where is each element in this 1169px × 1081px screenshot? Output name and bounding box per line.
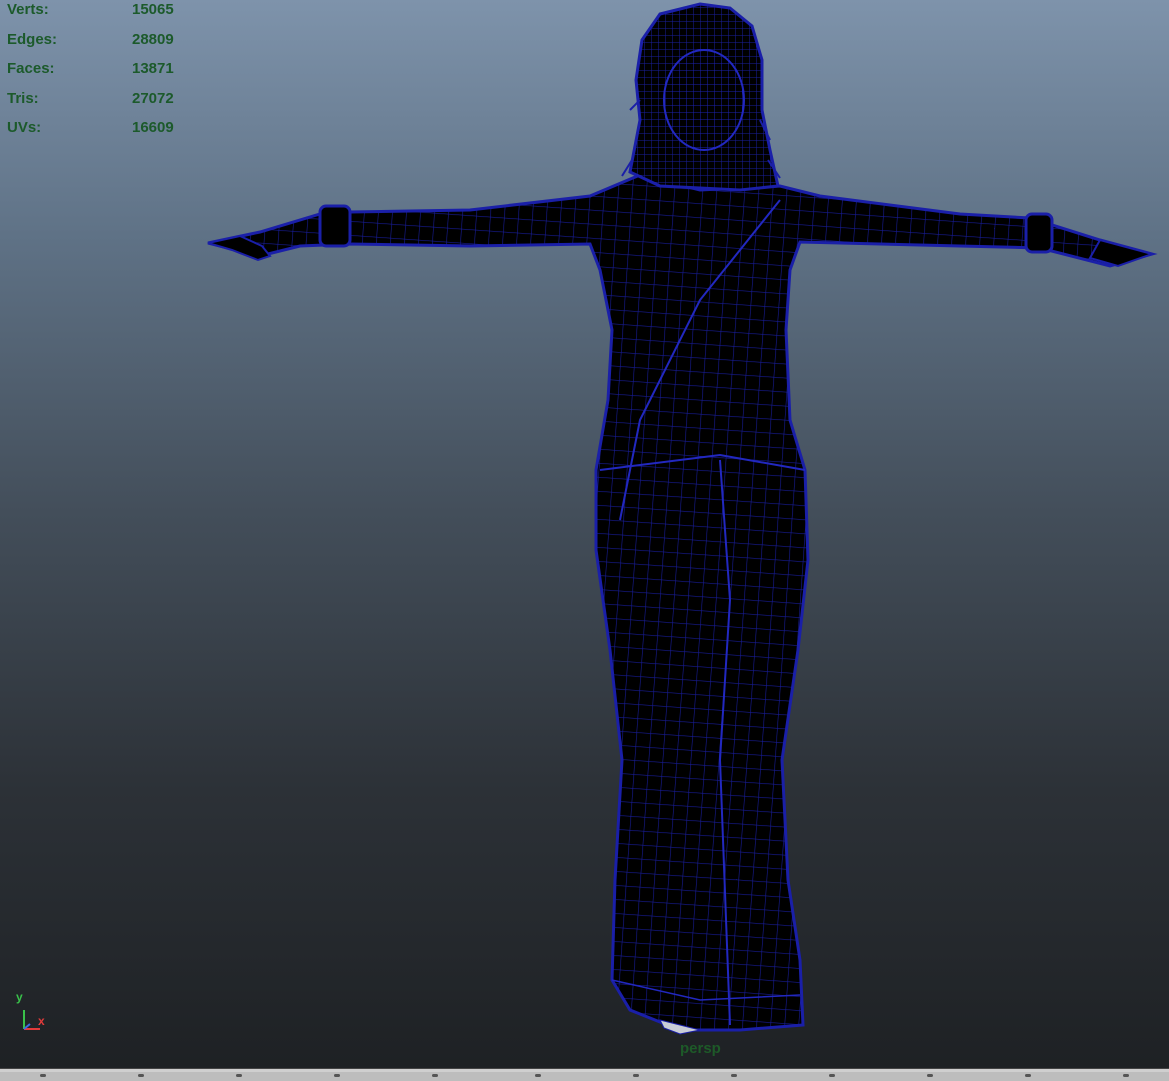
time-slider[interactable] xyxy=(0,1068,1169,1081)
hud-value: 27072 xyxy=(132,89,174,107)
hud-value: 13871 xyxy=(132,60,174,77)
hud-row-edges: Edges: 28809 xyxy=(7,30,197,60)
timeline-tick xyxy=(1123,1074,1129,1077)
timeline-tick xyxy=(40,1074,46,1077)
hud-row-faces: Faces: 13871 xyxy=(7,59,197,89)
timeline-tick xyxy=(1025,1074,1031,1077)
poly-count-hud: Verts: 15065 Edges: 28809 Faces: 13871 T… xyxy=(7,0,197,148)
hud-label: Faces: xyxy=(7,60,55,77)
timeline-tick xyxy=(927,1074,933,1077)
model-head xyxy=(621,2,781,192)
model-body xyxy=(207,173,1158,1035)
hud-value: 28809 xyxy=(132,30,174,48)
timeline-tick xyxy=(535,1074,541,1077)
character-mesh[interactable] xyxy=(0,0,1169,1068)
hud-row-tris: Tris: 27072 xyxy=(7,89,197,119)
timeline-tick xyxy=(432,1074,438,1077)
timeline-tick xyxy=(334,1074,340,1077)
axis-label-y: y xyxy=(16,990,23,1004)
hud-row-uvs: UVs: 16609 xyxy=(7,118,197,148)
hud-label: Tris: xyxy=(7,89,39,107)
timeline-tick xyxy=(829,1074,835,1077)
axis-label-x: x xyxy=(38,1014,45,1028)
timeline-tick xyxy=(138,1074,144,1077)
timeline-tick xyxy=(633,1074,639,1077)
hud-label: Edges: xyxy=(7,30,58,48)
hud-row-verts: Verts: 15065 xyxy=(7,0,197,30)
timeline-tick xyxy=(236,1074,242,1077)
timeline-tick xyxy=(731,1074,737,1077)
hud-value: 16609 xyxy=(132,119,174,136)
hud-value: 15065 xyxy=(132,1,174,18)
hud-label: Verts: xyxy=(7,1,49,18)
hud-label: UVs: xyxy=(7,119,42,136)
3d-viewport[interactable]: Verts: 15065 Edges: 28809 Faces: 13871 T… xyxy=(0,0,1169,1068)
camera-name-label: persp xyxy=(680,1040,721,1057)
axis-gizmo-icon: y x xyxy=(14,990,54,1032)
